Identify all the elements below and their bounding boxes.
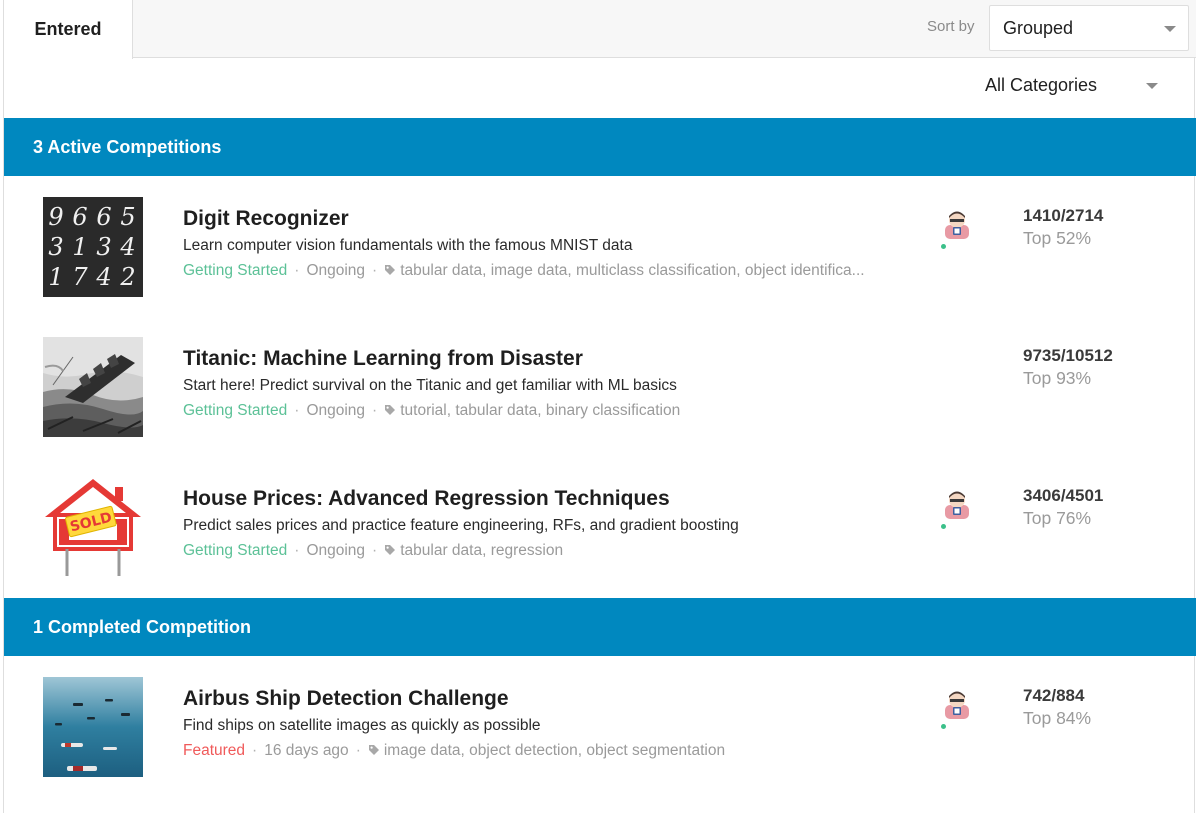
- sort-value: Grouped: [1003, 18, 1074, 38]
- competition-row[interactable]: Airbus Ship Detection Challenge Find shi…: [4, 656, 1196, 796]
- competition-row[interactable]: Titanic: Machine Learning from Disaster …: [4, 316, 1196, 456]
- competition-thumbnail: [43, 677, 143, 777]
- user-avatar[interactable]: [939, 207, 975, 243]
- mnist-digit: 4: [119, 233, 135, 261]
- competition-meta: Getting Started · Ongoing · tabular data, re…: [183, 542, 564, 559]
- mnist-digit: 4: [95, 263, 111, 291]
- competition-category[interactable]: Getting Started: [183, 402, 287, 419]
- mnist-digit: 7: [72, 263, 88, 291]
- leaderboard-percentile: Top 52%: [1023, 228, 1092, 248]
- competition-title[interactable]: House Prices: Advanced Regression Techni…: [183, 487, 670, 511]
- leaderboard-rank: 742/884: [1023, 686, 1085, 705]
- mnist-digit: 3: [48, 233, 63, 261]
- mnist-digit: 6: [72, 203, 87, 231]
- mnist-digit: 2: [119, 263, 135, 291]
- mnist-digit: 6: [96, 203, 111, 231]
- leaderboard-percentile: Top 84%: [1023, 708, 1092, 728]
- competition-row[interactable]: SOLD House Prices: Advanced Regression T…: [4, 456, 1196, 596]
- competition-description: Find ships on satellite images as quickl…: [183, 717, 541, 734]
- titanic-sinking-image: [43, 337, 143, 437]
- tag-icon: [385, 545, 396, 555]
- leaderboard-rank: 9735/10512: [1023, 346, 1113, 365]
- category-value: All Categories: [985, 75, 1098, 95]
- competition-meta: Featured · 16 days ago · image data, object …: [183, 742, 726, 759]
- mnist-digits-image: 9 6 6 53 1 3 41 7 4 2: [48, 203, 135, 291]
- leaderboard-rank: 1410/2714: [1023, 206, 1104, 225]
- user-avatar[interactable]: [939, 687, 975, 723]
- online-indicator: [941, 244, 946, 249]
- competition-description: Start here! Predict survival on the Tita…: [183, 377, 677, 394]
- competition-status: 16 days ago: [264, 742, 349, 759]
- leaderboard-percentile: Top 93%: [1023, 368, 1092, 388]
- mnist-digit: 1: [72, 233, 87, 261]
- competition-thumbnail: [43, 337, 143, 437]
- mnist-digit: 5: [120, 203, 135, 231]
- competition-tags[interactable]: tabular data, image data, multiclass cla…: [400, 262, 864, 279]
- competition-category[interactable]: Featured: [183, 742, 245, 759]
- top-bar: Entered Sort by Grouped: [4, 0, 1196, 59]
- chevron-down-icon: [1146, 83, 1158, 89]
- leaderboard-percentile: Top 76%: [1023, 508, 1092, 528]
- leaderboard-rank: 3406/4501: [1023, 486, 1104, 505]
- competition-category[interactable]: Getting Started: [183, 262, 287, 279]
- competition-status: Ongoing: [306, 262, 366, 279]
- competition-title[interactable]: Airbus Ship Detection Challenge: [183, 687, 509, 711]
- competition-meta: Getting Started · Ongoing · tutorial, tabula…: [183, 402, 681, 419]
- online-indicator: [941, 724, 946, 729]
- competition-row[interactable]: 966531341742 Digit Recognizer Learn comp…: [4, 176, 1196, 316]
- competition-category[interactable]: Getting Started: [183, 542, 287, 559]
- category-dropdown[interactable]: All Categories: [974, 62, 1174, 108]
- competition-tags[interactable]: image data, object detection, object seg…: [384, 742, 725, 759]
- competition-thumbnail: 966531341742: [43, 197, 143, 297]
- mnist-digit: 9: [48, 203, 63, 231]
- competition-title[interactable]: Titanic: Machine Learning from Disaster: [183, 347, 583, 371]
- sort-label: Sort by: [927, 18, 975, 35]
- online-indicator: [941, 524, 946, 529]
- tag-icon: [368, 745, 379, 755]
- tab-entered[interactable]: Entered: [4, 0, 133, 59]
- competitions-panel: Entered Sort by Grouped All Categories 3…: [3, 0, 1196, 813]
- competition-description: Predict sales prices and practice featur…: [183, 517, 739, 534]
- mnist-digit: 1: [48, 263, 63, 291]
- competition-tags[interactable]: tabular data, regression: [400, 542, 563, 559]
- sort-dropdown[interactable]: Grouped: [989, 5, 1189, 51]
- competition-title[interactable]: Digit Recognizer: [183, 207, 349, 231]
- competition-description: Learn computer vision fundamentals with …: [183, 237, 633, 254]
- competition-thumbnail: SOLD: [43, 477, 143, 577]
- section-header-active: 3 Active Competitions: [4, 118, 1196, 176]
- competition-meta: Getting Started · Ongoing · tabular data, im…: [183, 262, 865, 279]
- section-header-completed: 1 Completed Competition: [4, 598, 1196, 656]
- tag-icon: [385, 265, 396, 275]
- house-sold-sign-image: SOLD: [43, 477, 143, 577]
- tag-icon: [385, 405, 396, 415]
- competition-tags[interactable]: tutorial, tabular data, binary classific…: [400, 402, 680, 419]
- competition-status: Ongoing: [306, 402, 366, 419]
- mnist-digit: 3: [96, 233, 111, 261]
- competition-status: Ongoing: [306, 542, 366, 559]
- user-avatar[interactable]: [939, 487, 975, 523]
- satellite-ships-image: [43, 677, 143, 777]
- chevron-down-icon: [1164, 26, 1176, 32]
